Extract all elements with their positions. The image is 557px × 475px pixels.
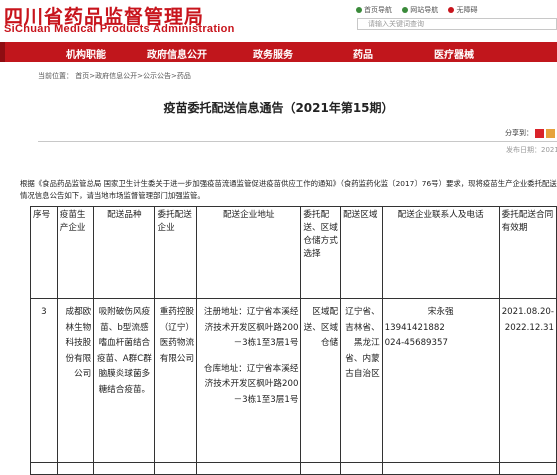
nav-item-drugs[interactable]: 药品 — [353, 46, 373, 61]
contact-name: 宋永强 — [427, 307, 454, 317]
cell-term: 2021.08.20-2022.12.31 — [498, 298, 557, 463]
header-term: 委托配送合同有效期 — [498, 206, 557, 299]
top-link-sitemap[interactable]: 网站导航 — [402, 6, 438, 14]
accessibility-icon — [448, 7, 455, 13]
header-distributor: 委托配送企业 — [154, 206, 198, 299]
table-row-next — [30, 462, 557, 475]
address-warehouse: 仓库地址：辽宁省本溪经济技术开发区枫叶路200－3栋1至3层1号 — [203, 363, 299, 405]
site-logo-en[interactable]: SiChuan Medical Products Administration — [4, 23, 235, 35]
cell-distributor: 重药控股（辽宁）医药物流有限公司 — [154, 298, 198, 463]
breadcrumb[interactable]: 当前位置： 首页>政府信息公开>公示公告>药品 — [38, 71, 191, 81]
cell-producer: 成都欧林生物科技股份有限公司 — [56, 298, 95, 463]
nav-item-info-disclosure[interactable]: 政府信息公开 — [147, 46, 207, 61]
share-more-icon[interactable] — [546, 128, 555, 138]
nav-item-services[interactable]: 政务服务 — [253, 46, 293, 61]
address-registered: 注册地址：辽宁省本溪经济技术开发区枫叶路200－3栋1至3层1号 — [203, 307, 299, 348]
table-header-row: 序号 疫苗生产企业 配送品种 委托配送企业 配送企业地址 委托配送、区域仓储方式… — [30, 206, 557, 299]
search-input[interactable]: 请输入关键词查询 — [357, 18, 557, 30]
header-address: 配送企业地址 — [196, 206, 302, 299]
contact-phone-1: 13941421882 — [384, 322, 445, 333]
home-icon — [356, 7, 362, 13]
header-products: 配送品种 — [93, 206, 156, 299]
site-header: 四川省药品监督管理局 SiChuan Medical Products Admi… — [0, 0, 557, 40]
top-link-home[interactable]: 首页导航 — [356, 6, 392, 14]
cell-products: 吸附破伤风疫苗、b型流感嗜血杆菌结合疫苗、A群C群脑膜炎球菌多糖结合疫苗。 — [93, 298, 156, 463]
main-nav: 机构职能 政府信息公开 政务服务 药品 医疗器械 — [0, 42, 557, 62]
divider — [38, 141, 557, 142]
publish-date: 发布日期：2021-0 — [506, 146, 557, 154]
cell-address: 注册地址：辽宁省本溪经济技术开发区枫叶路200－3栋1至3层1号 仓库地址：辽宁… — [196, 298, 302, 463]
table-row: 3 成都欧林生物科技股份有限公司 吸附破伤风疫苗、b型流感嗜血杆菌结合疫苗、A群… — [30, 298, 557, 463]
header-producer: 疫苗生产企业 — [56, 206, 95, 299]
top-link-accessibility[interactable]: 无障碍 — [448, 6, 477, 14]
header-no: 序号 — [30, 206, 58, 299]
header-region: 配送区域 — [340, 206, 383, 299]
cell-contact: 宋永强 13941421882 024-45689357 — [381, 298, 500, 463]
weibo-icon[interactable] — [535, 128, 544, 138]
header-mode: 委托配送、区域仓储方式选择 — [300, 206, 342, 299]
intro-paragraph: 根据《食品药品监管总局 国家卫生计生委关于进一步加强疫苗流通监管促进疫苗供应工作… — [20, 179, 557, 200]
cell-no: 3 — [30, 298, 58, 463]
nav-item-functions[interactable]: 机构职能 — [66, 46, 106, 61]
sitemap-icon — [402, 7, 409, 13]
share-bar: 分享到： — [505, 128, 555, 138]
nav-item-devices[interactable]: 医疗器械 — [434, 46, 474, 61]
cell-region: 辽宁省、吉林省、黑龙江省、内蒙古自治区 — [340, 298, 383, 463]
header-contact: 配送企业联系人及电话 — [381, 206, 500, 299]
top-links: 首页导航 网站导航 无障碍 — [356, 5, 485, 15]
distribution-table: 序号 疫苗生产企业 配送品种 委托配送企业 配送企业地址 委托配送、区域仓储方式… — [30, 206, 557, 475]
page-title: 疫苗委托配送信息通告（2021年第15期） — [163, 101, 394, 115]
cell-mode: 区域配送、区域仓储 — [300, 298, 342, 463]
share-label: 分享到： — [505, 129, 533, 137]
nav-lead-bar — [0, 42, 5, 62]
contact-phone-2: 024-45689357 — [384, 338, 448, 348]
